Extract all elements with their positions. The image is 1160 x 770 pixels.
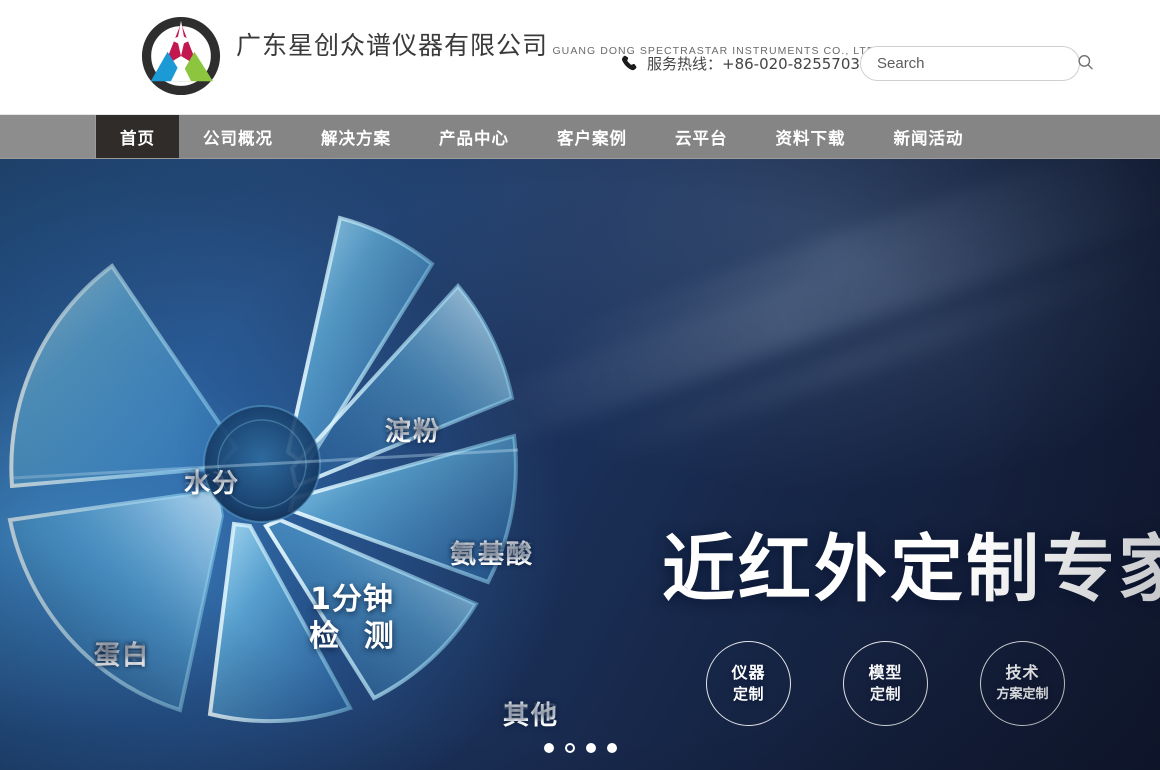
spectrastar-logo-icon	[138, 14, 224, 98]
search-icon	[1076, 53, 1095, 75]
nav-item-cloud[interactable]: 云平台	[651, 115, 752, 158]
badge-line1: 仪器	[731, 663, 766, 682]
search-box[interactable]	[860, 46, 1093, 81]
site-header: 广东星创众谱仪器有限公司 GUANG DONG SPECTRASTAR INST…	[0, 0, 1160, 115]
badge-line1: 技术	[1005, 663, 1040, 682]
badge-line2: 方案定制	[996, 687, 1049, 702]
nav-left-spacer	[0, 115, 96, 158]
nav-item-solutions[interactable]: 解决方案	[297, 115, 415, 158]
nav-item-home[interactable]: 首页	[96, 115, 179, 158]
brand-name-cn: 广东星创众谱仪器有限公司	[236, 31, 549, 60]
badge-model-customization[interactable]: 模型 定制	[843, 641, 928, 726]
hotline-block: 服务热线：+86-020-82557037	[620, 52, 869, 74]
badge-line1: 模型	[868, 663, 903, 682]
badge-technical-solution[interactable]: 技术 方案定制	[980, 641, 1065, 726]
search-button[interactable]	[1076, 47, 1095, 80]
carousel-pagination	[0, 743, 1160, 753]
nav-item-news[interactable]: 新闻活动	[870, 115, 988, 158]
light-streak	[572, 244, 1160, 472]
hero-headline: 近红外定制专家	[662, 527, 1160, 612]
badge-line2: 定制	[869, 685, 901, 703]
hero-badge-group: 仪器 定制 模型 定制 技术 方案定制	[706, 641, 1065, 726]
carousel-dot-2[interactable]	[564, 743, 575, 753]
phone-icon	[620, 52, 638, 74]
nav-item-products[interactable]: 产品中心	[415, 115, 533, 158]
homepage: 广东星创众谱仪器有限公司 GUANG DONG SPECTRASTAR INST…	[0, 0, 1160, 770]
radial-wheel-graphic	[0, 189, 610, 749]
search-input[interactable]	[877, 55, 1076, 72]
badge-line2: 定制	[732, 685, 764, 703]
carousel-dot-3[interactable]	[585, 743, 596, 753]
hotline-text: 服务热线：+86-020-82557037	[647, 54, 870, 73]
badge-instrument-customization[interactable]: 仪器 定制	[706, 641, 791, 726]
nav-item-cases[interactable]: 客户案例	[533, 115, 651, 158]
nav-item-downloads[interactable]: 资料下载	[752, 115, 870, 158]
nav-item-company[interactable]: 公司概况	[179, 115, 297, 158]
carousel-dot-1[interactable]	[543, 743, 554, 753]
carousel-dot-4[interactable]	[606, 743, 617, 753]
light-streak	[523, 159, 1160, 377]
main-navigation: 首页 公司概况 解决方案 产品中心 客户案例 云平台 资料下载 新闻活动	[0, 115, 1160, 159]
hero-banner[interactable]: 淀粉 淀粉 氨基酸 氨基酸 其他 其他 脂肪 脂肪 纤维 纤维 蛋白 蛋白 水分…	[0, 159, 1160, 770]
